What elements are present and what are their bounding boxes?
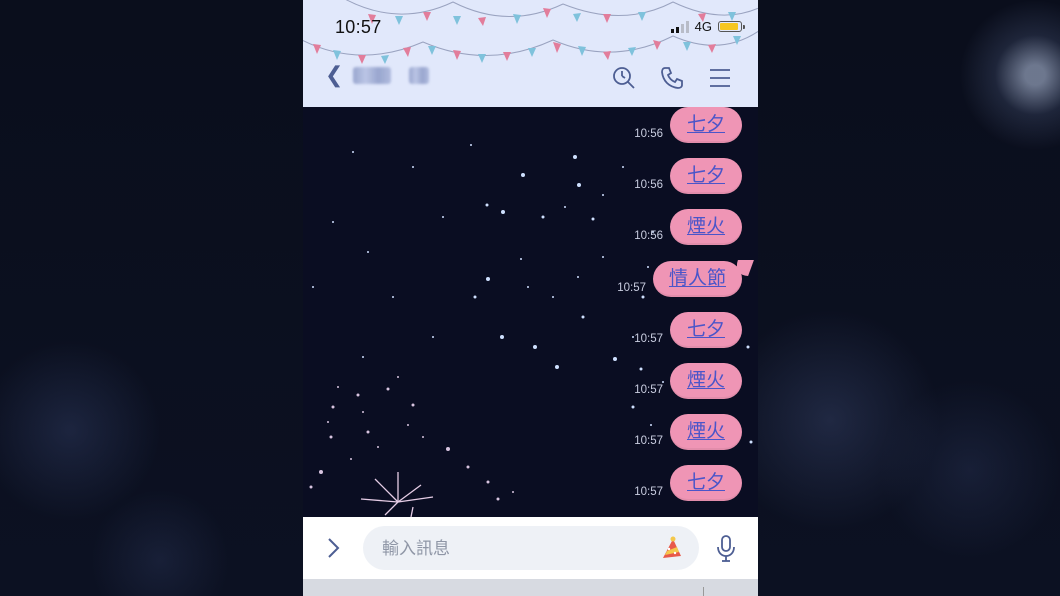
chat-area[interactable]: 10:56 七夕 10:56 七夕 10:56 煙火 10:57 情人節 10:… bbox=[303, 107, 758, 517]
signal-icon bbox=[670, 20, 689, 33]
message-time: 10:57 bbox=[617, 282, 646, 294]
message-link[interactable]: 煙火 bbox=[687, 421, 725, 442]
message-time: 10:57 bbox=[634, 486, 663, 498]
message-link[interactable]: 煙火 bbox=[687, 370, 725, 391]
battery-icon bbox=[718, 21, 745, 32]
message-link[interactable]: 煙火 bbox=[687, 216, 725, 237]
message-row: 10:57 煙火 bbox=[634, 363, 742, 399]
message-row: 10:57 七夕 bbox=[634, 312, 742, 348]
message-link[interactable]: 七夕 bbox=[687, 165, 725, 186]
message-time: 10:56 bbox=[634, 179, 663, 191]
message-row: 10:57 七夕 bbox=[634, 465, 742, 501]
chevron-left-icon: ❮ bbox=[325, 62, 344, 87]
message-link[interactable]: 七夕 bbox=[687, 472, 725, 493]
network-type: 4G bbox=[694, 19, 712, 34]
message-row: 10:57 情人節 bbox=[617, 261, 742, 297]
chat-header: 10:57 4G ❮ bbox=[303, 0, 758, 107]
message-composer bbox=[303, 517, 758, 579]
message-time: 10:57 bbox=[634, 333, 663, 345]
status-time: 10:57 bbox=[335, 17, 382, 37]
message-bubble[interactable]: 煙火 bbox=[670, 414, 742, 450]
message-bubble[interactable]: 煙火 bbox=[670, 363, 742, 399]
message-bubble[interactable]: 七夕 bbox=[670, 465, 742, 501]
header-actions bbox=[612, 66, 732, 90]
message-bubble[interactable]: 七夕 bbox=[670, 312, 742, 348]
message-bubble[interactable]: 七夕 bbox=[670, 158, 742, 194]
message-time: 10:56 bbox=[634, 230, 663, 242]
party-hat-icon[interactable] bbox=[659, 536, 685, 562]
message-bubble[interactable]: 情人節 bbox=[652, 261, 742, 297]
menu-icon[interactable] bbox=[708, 66, 732, 90]
phone-icon[interactable] bbox=[660, 66, 684, 90]
message-row: 10:56 煙火 bbox=[634, 209, 742, 245]
phone-screen: 10:57 4G ❮ 10:56 七夕 10:56 七夕 10:56 煙火 10… bbox=[303, 0, 758, 596]
message-row: 10:57 煙火 bbox=[634, 414, 742, 450]
message-link[interactable]: 七夕 bbox=[687, 319, 725, 340]
message-time: 10:57 bbox=[634, 384, 663, 396]
message-input[interactable] bbox=[380, 526, 654, 572]
chevron-right-icon[interactable] bbox=[323, 537, 343, 559]
message-input-container bbox=[363, 526, 699, 572]
search-icon[interactable] bbox=[612, 66, 636, 90]
unread-count-blurred bbox=[353, 66, 392, 84]
status-indicators: 4G bbox=[670, 19, 745, 34]
message-bubble[interactable]: 煙火 bbox=[670, 209, 742, 245]
message-row: 10:56 七夕 bbox=[634, 107, 742, 143]
message-time: 10:57 bbox=[634, 435, 663, 447]
message-time: 10:56 bbox=[634, 128, 663, 140]
chat-name-blurred bbox=[409, 66, 430, 84]
message-link[interactable]: 情人節 bbox=[669, 268, 726, 289]
message-link[interactable]: 七夕 bbox=[687, 114, 725, 135]
message-bubble[interactable]: 七夕 bbox=[670, 107, 742, 143]
back-button[interactable]: ❮ bbox=[325, 62, 430, 87]
microphone-icon[interactable] bbox=[715, 534, 737, 564]
message-row: 10:56 七夕 bbox=[634, 158, 742, 194]
keyboard-edge bbox=[303, 579, 758, 596]
